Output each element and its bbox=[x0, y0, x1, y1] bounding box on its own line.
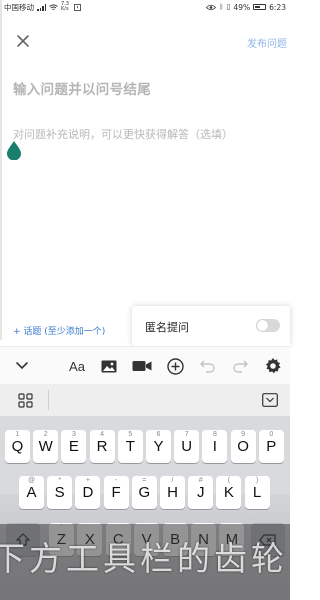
key-hint: 3 bbox=[71, 431, 76, 438]
key-j[interactable]: # J bbox=[188, 476, 214, 509]
key-label: K bbox=[223, 484, 234, 501]
status-bar: 中国移动 7.3 K/s ᛒ ▯ 49% 6:23 bbox=[0, 0, 290, 14]
key-e[interactable]: 3E bbox=[61, 430, 87, 463]
key-label: L bbox=[252, 484, 262, 501]
key-hint: / bbox=[171, 477, 174, 484]
vibrate-icon: ▯ bbox=[226, 3, 231, 11]
key-label: I bbox=[212, 438, 217, 455]
key-d[interactable]: + D bbox=[75, 476, 101, 509]
key-a[interactable]: @ A bbox=[19, 476, 44, 509]
key-label: Y bbox=[153, 438, 164, 455]
key-label: G bbox=[138, 484, 151, 501]
key-hint: - bbox=[114, 477, 118, 484]
editor-toolbar: Aa bbox=[0, 346, 290, 384]
text-format-button[interactable]: Aa bbox=[66, 355, 88, 377]
text-cursor-handle[interactable] bbox=[6, 140, 22, 160]
key-w[interactable]: 2W bbox=[33, 430, 59, 463]
key-hint: 6 bbox=[156, 431, 161, 438]
key-label: F bbox=[111, 484, 121, 501]
battery-icon bbox=[253, 4, 267, 10]
wifi-icon bbox=[49, 3, 58, 10]
key-hint: @ bbox=[27, 477, 36, 484]
close-icon[interactable] bbox=[14, 32, 32, 50]
key-u[interactable]: 7U bbox=[174, 430, 200, 463]
settings-icon[interactable] bbox=[262, 355, 284, 377]
clock: 6:23 bbox=[269, 2, 286, 12]
key-hint: = bbox=[142, 477, 147, 484]
sim-alert-icon bbox=[74, 3, 81, 11]
key-p[interactable]: 0P bbox=[258, 430, 284, 463]
signal-icon bbox=[37, 3, 46, 11]
key-hint: * bbox=[58, 477, 62, 484]
key-hint: 7 bbox=[184, 431, 189, 438]
battery-percent: 49% bbox=[233, 2, 251, 12]
key-hint: 2 bbox=[43, 431, 48, 438]
key-q[interactable]: 1Q bbox=[5, 430, 30, 463]
key-label: J bbox=[196, 484, 205, 501]
eye-icon bbox=[206, 4, 217, 10]
chevron-down-icon[interactable] bbox=[11, 355, 33, 377]
key-label: P bbox=[266, 438, 277, 455]
key-hint: 0 bbox=[269, 431, 274, 438]
net-speed: 7.3 K/s bbox=[61, 1, 69, 12]
key-f[interactable]: -F bbox=[103, 476, 129, 509]
image-icon[interactable] bbox=[98, 355, 120, 377]
anonymous-popup: 匿名提问 bbox=[132, 306, 290, 346]
key-hint: # bbox=[198, 477, 203, 484]
key-hint: 4 bbox=[100, 431, 105, 438]
key-l[interactable]: ) L bbox=[244, 476, 270, 509]
key-label: E bbox=[68, 438, 79, 455]
key-r[interactable]: 4R bbox=[89, 430, 115, 463]
key-label: D bbox=[82, 484, 94, 501]
keyboard-top-bar bbox=[0, 384, 290, 416]
font-format-label: Aa bbox=[69, 358, 85, 374]
video-icon[interactable] bbox=[131, 355, 153, 377]
key-label: O bbox=[237, 438, 249, 455]
key-hint: ) bbox=[255, 477, 259, 484]
key-label: S bbox=[54, 484, 65, 501]
key-hint: ( bbox=[227, 477, 231, 484]
key-label: Q bbox=[11, 438, 24, 455]
key-label: R bbox=[96, 438, 108, 455]
key-g[interactable]: = G bbox=[131, 476, 157, 509]
video-subtitle-bar: 下方工具栏的齿轮 bbox=[0, 524, 290, 600]
anonymous-label: 匿名提问 bbox=[145, 321, 189, 334]
publish-question-button[interactable]: 发布问题 bbox=[247, 35, 287, 50]
toggle-knob bbox=[257, 320, 268, 331]
key-hint: 5 bbox=[128, 431, 133, 438]
keyboard-hide-icon[interactable] bbox=[262, 393, 278, 407]
key-o[interactable]: 9O bbox=[230, 430, 256, 463]
key-hint: 8 bbox=[212, 431, 217, 438]
add-topic-link[interactable]: + 话题 (至少添加一个) bbox=[13, 324, 105, 337]
key-t[interactable]: 5T bbox=[117, 430, 143, 463]
key-hint: + bbox=[85, 477, 90, 484]
key-i[interactable]: 8I bbox=[202, 430, 228, 463]
anonymous-toggle[interactable] bbox=[256, 319, 280, 332]
key-hint: 1 bbox=[15, 431, 20, 438]
redo-icon[interactable] bbox=[229, 355, 251, 377]
bluetooth-icon: ᛒ bbox=[219, 3, 224, 11]
apps-grid-icon[interactable] bbox=[18, 393, 33, 408]
question-description-input[interactable]: 对问题补充说明，可以更快获得解答（选填） bbox=[13, 124, 275, 145]
key-h[interactable]: / H bbox=[160, 476, 185, 509]
question-title-input[interactable]: 输入问题并以问号结尾 bbox=[13, 78, 275, 98]
key-y[interactable]: 6Y bbox=[146, 430, 171, 463]
key-label: W bbox=[38, 438, 53, 455]
key-label: A bbox=[26, 484, 37, 501]
key-label: U bbox=[181, 438, 193, 455]
divider bbox=[48, 390, 49, 410]
key-label: H bbox=[167, 484, 178, 501]
key-hint: 9 bbox=[241, 431, 246, 438]
carrier-label: 中国移动 bbox=[4, 2, 34, 12]
undo-icon[interactable] bbox=[197, 355, 219, 377]
key-s[interactable]: * S bbox=[47, 476, 73, 509]
header: 发布问题 bbox=[0, 26, 290, 58]
key-label: T bbox=[125, 438, 135, 455]
add-circle-icon[interactable] bbox=[164, 355, 186, 377]
video-subtitle-text: 下方工具栏的齿轮 bbox=[0, 539, 288, 578]
key-k[interactable]: (K bbox=[216, 476, 242, 509]
